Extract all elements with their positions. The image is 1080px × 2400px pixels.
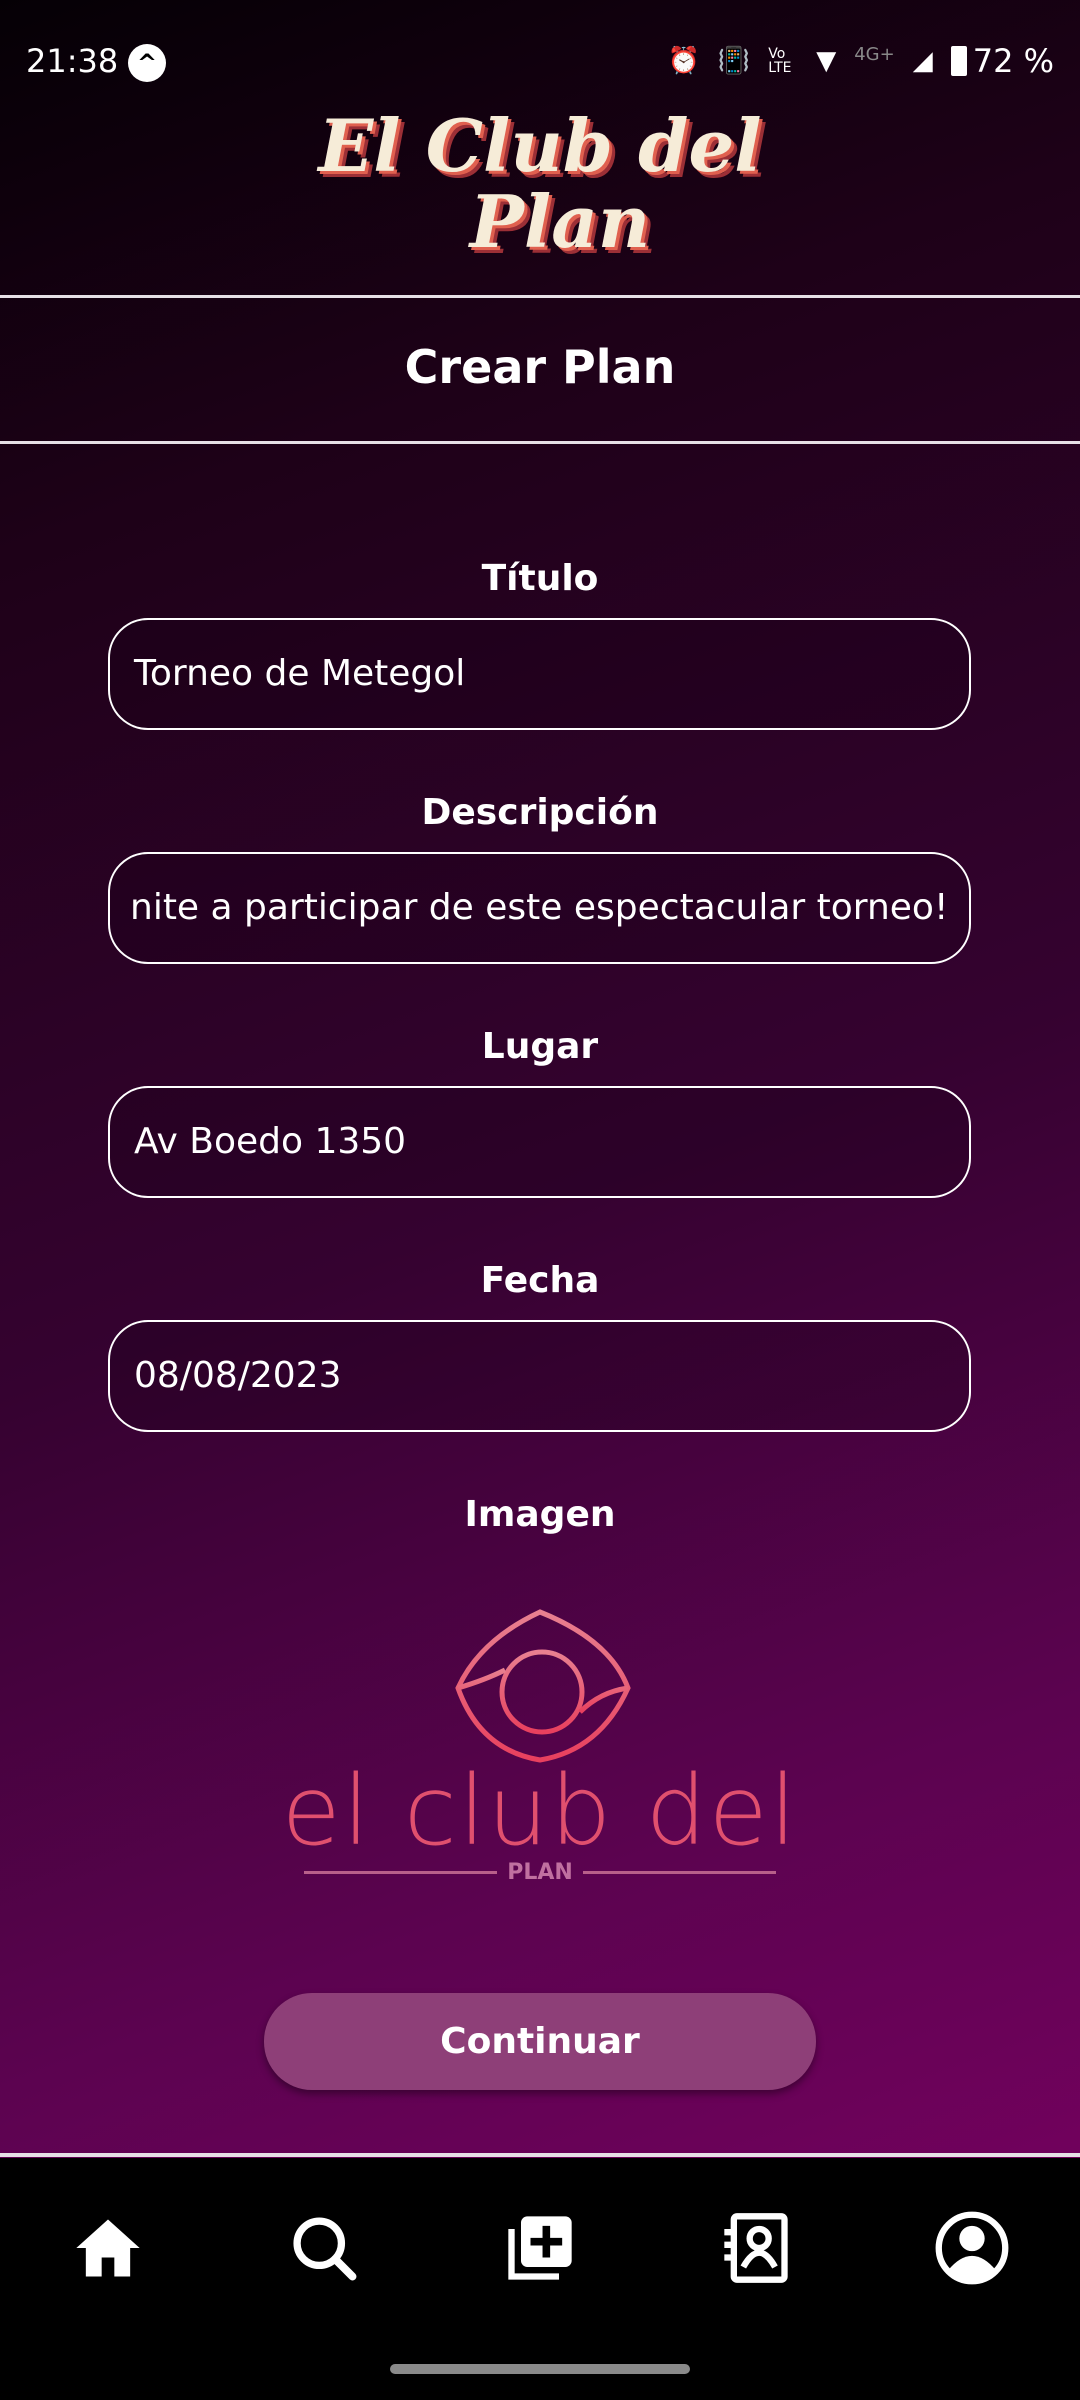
date-input[interactable]: 08/08/2023 [108,1320,971,1432]
battery-icon [950,46,967,76]
profile-icon[interactable] [934,2210,1010,2286]
home-indicator[interactable] [390,2364,690,2374]
plan-image[interactable]: el club del PLAN [280,1600,800,1890]
status-bar: 21:38 ^ ⏰ 📳 Vo LTE ▼ 4G+ ◢ 72 % [0,38,1080,88]
add-plan-icon[interactable] [502,2210,578,2286]
eye-logo-icon [455,1609,631,1763]
wifi-icon: ▼ [816,46,837,76]
vibrate-icon: 📳 [717,46,751,76]
alarm-icon: ⏰ [667,46,700,76]
app-logo: El Club del Plan [318,103,762,264]
signal-icon: ◢ [912,46,933,76]
description-label: Descripción [421,792,659,833]
app-notification-icon: ^ [128,44,166,82]
image-logo-sub-text: PLAN [507,1860,573,1885]
image-logo-text: el club del [281,1755,799,1867]
title-input[interactable]: Torneo de Metegol [108,618,971,730]
header-divider [0,295,1080,298]
continue-button[interactable]: Continuar [264,1993,816,2090]
home-icon[interactable] [70,2210,146,2286]
contacts-icon[interactable] [718,2210,794,2286]
title-divider [0,441,1080,444]
place-label: Lugar [481,1026,599,1067]
status-time: 21:38 [26,42,119,80]
title-label: Título [481,558,599,599]
network-type: 4G+ [854,43,895,65]
volte-icon: Vo LTE [768,46,792,76]
nav-divider [0,2153,1080,2157]
status-icons: ⏰ 📳 Vo LTE ▼ 4G+ ◢ 72 % [667,42,1054,80]
description-input[interactable]: nite a participar de este espectacular t… [108,852,971,964]
image-label: Imagen [464,1494,616,1535]
place-input[interactable]: Av Boedo 1350 [108,1086,971,1198]
page-title: Crear Plan [404,340,676,394]
date-label: Fecha [480,1260,600,1301]
search-icon[interactable] [286,2210,362,2286]
battery-level: 72 % [972,42,1054,80]
